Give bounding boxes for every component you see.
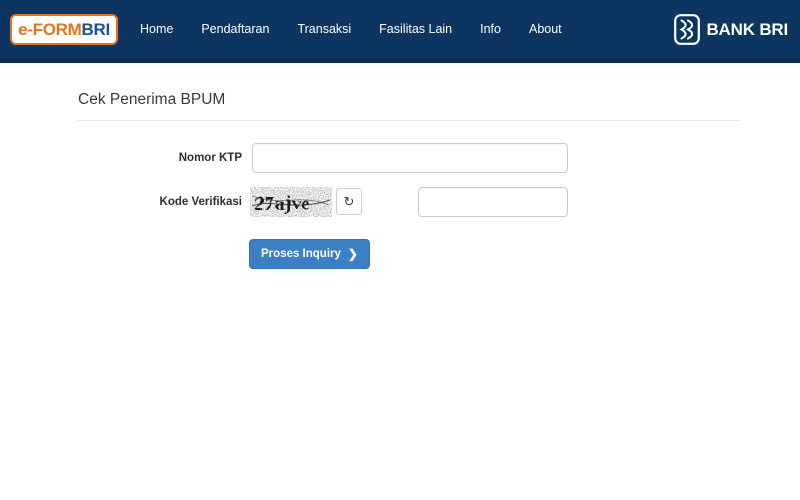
site-header: e-FORM BRI Home Pendaftaran Transaksi Fas… [0, 0, 800, 58]
refresh-icon: ↻ [343, 193, 355, 209]
ktp-label: Nomor KTP [178, 152, 242, 164]
captcha-label: Kode Verifikasi [159, 196, 242, 208]
main-navigation: Home Pendaftaran Transaksi Fasilitas Lai… [126, 0, 576, 58]
bank-bri-label: BANK BRI [706, 19, 788, 39]
brand-logo-eform-text: e-FORM [18, 19, 82, 39]
brand-logo[interactable]: e-FORM BRI [10, 14, 118, 45]
proses-inquiry-label: Proses Inquiry [261, 248, 341, 260]
form-row-ktp: Nomor KTP [0, 143, 800, 187]
captcha-refresh-button[interactable]: ↻ [336, 188, 362, 215]
bank-bri-mark-icon [674, 14, 701, 45]
captcha-image: 27ajve [250, 187, 332, 217]
bank-bri-logo: BANK BRI [674, 13, 788, 46]
nav-item-pendaftaran[interactable]: Pendaftaran [187, 16, 283, 42]
form-row-submit: Proses Inquiry ❯ [0, 231, 800, 271]
captcha-image-svg: 27ajve [250, 187, 332, 217]
brand-logo-bri-text: BRI [81, 19, 110, 39]
nomor-ktp-input[interactable] [252, 143, 568, 173]
nav-item-fasilitas-lain[interactable]: Fasilitas Lain [365, 16, 466, 42]
title-divider [78, 120, 740, 121]
kode-verifikasi-input[interactable] [418, 187, 568, 217]
header-bottom-strip [0, 58, 800, 63]
page-title: Cek Penerima BPUM [78, 91, 226, 108]
nav-item-home[interactable]: Home [126, 16, 187, 42]
proses-inquiry-button[interactable]: Proses Inquiry ❯ [249, 239, 370, 269]
chevron-right-icon: ❯ [347, 247, 358, 261]
nav-item-info[interactable]: Info [466, 16, 515, 42]
inquiry-form: Nomor KTP Kode Verifikasi 27ajve ↻ Prose… [0, 143, 800, 271]
nav-item-about[interactable]: About [515, 16, 576, 42]
form-row-captcha: Kode Verifikasi 27ajve ↻ [0, 187, 800, 231]
nav-item-transaksi[interactable]: Transaksi [283, 16, 365, 42]
